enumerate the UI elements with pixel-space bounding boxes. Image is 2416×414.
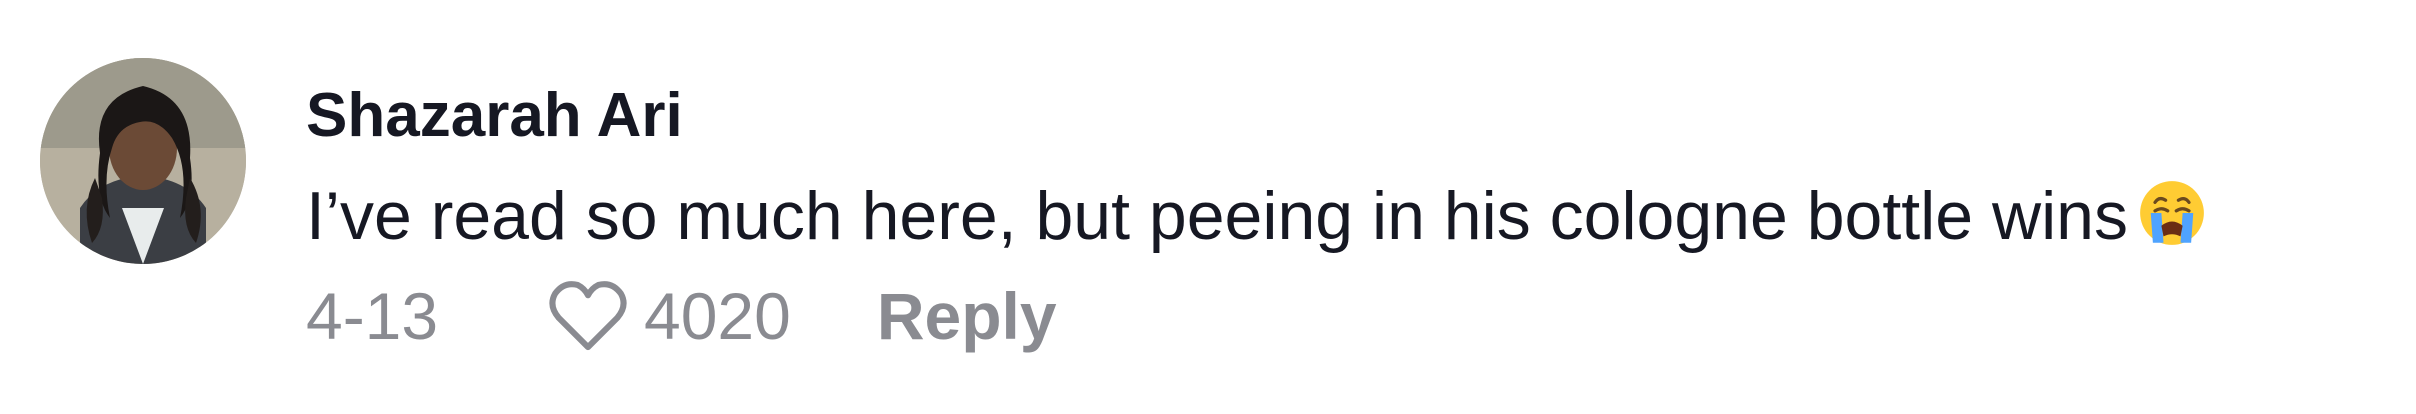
- like-button[interactable]: 4020: [546, 278, 791, 354]
- comment-text: I’ve read so much here, but peeing in hi…: [306, 178, 2128, 254]
- comment-body: I’ve read so much here, but peeing in hi…: [306, 176, 2206, 256]
- comment-username[interactable]: Shazarah Ari: [306, 80, 683, 152]
- like-count: 4020: [644, 279, 791, 353]
- reply-button[interactable]: Reply: [877, 278, 1057, 354]
- comment-meta: 4-13 4020 Reply: [306, 276, 1057, 356]
- heart-outline-icon[interactable]: [546, 278, 630, 354]
- comment-item: Shazarah Ari I’ve read so much here, but…: [0, 0, 2416, 414]
- avatar-photo: [40, 58, 246, 264]
- comment-date: 4-13: [306, 279, 439, 353]
- loudly-crying-face-icon: [2138, 179, 2206, 247]
- avatar[interactable]: [40, 58, 246, 264]
